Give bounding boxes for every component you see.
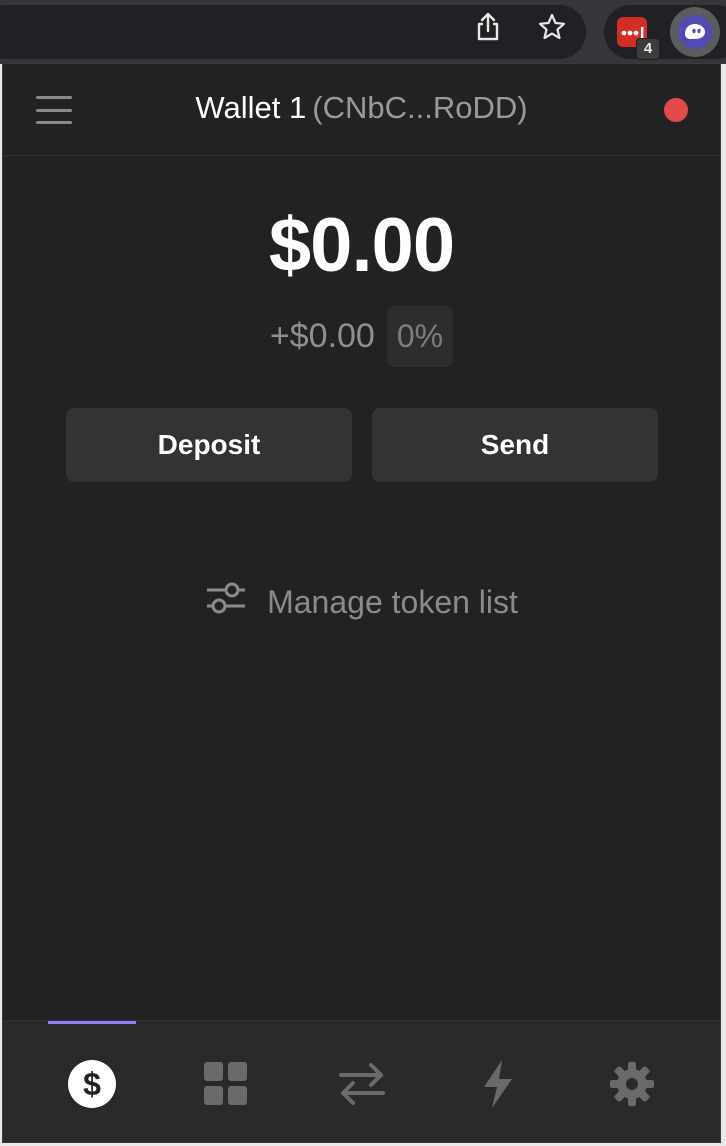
deposit-button[interactable]: Deposit: [66, 408, 352, 482]
bookmark-star-icon[interactable]: [537, 12, 567, 42]
send-button[interactable]: Send: [372, 408, 658, 482]
manage-token-list-label: Manage token list: [267, 583, 518, 620]
ghost-icon: [678, 15, 712, 49]
browser-toolbar: 4: [0, 0, 726, 64]
swap-arrows-icon: [339, 1063, 385, 1105]
wallet-popup: Wallet 1 (CNbC...RoDD) $0.00 +$0.00 0% De…: [3, 64, 720, 1142]
wallet-title[interactable]: Wallet 1 (CNbC...RoDD): [3, 90, 720, 126]
change-amount: +$0.00: [269, 317, 375, 355]
total-balance: $0.00: [268, 203, 455, 288]
bottom-tab-bar: $: [3, 1020, 720, 1142]
grid-icon: [204, 1062, 247, 1105]
active-tab-indicator: [48, 1021, 136, 1024]
network-status-dot[interactable]: [664, 98, 688, 122]
lightning-icon: [484, 1060, 512, 1108]
tab-settings[interactable]: [604, 1056, 660, 1112]
dollar-icon: $: [68, 1060, 116, 1108]
tab-swap[interactable]: [334, 1056, 390, 1112]
wallet-extension-icon[interactable]: [670, 7, 720, 57]
balance-change: +$0.00 0%: [3, 306, 720, 367]
tab-activity[interactable]: [470, 1056, 526, 1112]
wallet-address: (CNbC...RoDD): [312, 90, 528, 125]
change-percent: 0%: [386, 306, 454, 367]
manage-token-list-button[interactable]: Manage token list: [3, 580, 720, 624]
popup-header: Wallet 1 (CNbC...RoDD): [3, 64, 720, 156]
wallet-name: Wallet 1: [195, 90, 307, 125]
share-icon[interactable]: [473, 12, 503, 42]
sliders-icon: [205, 580, 247, 624]
tab-collectibles[interactable]: [198, 1056, 254, 1112]
gear-icon: [610, 1062, 654, 1106]
extension-badge: 4: [636, 38, 660, 60]
tab-tokens[interactable]: $: [64, 1056, 120, 1112]
